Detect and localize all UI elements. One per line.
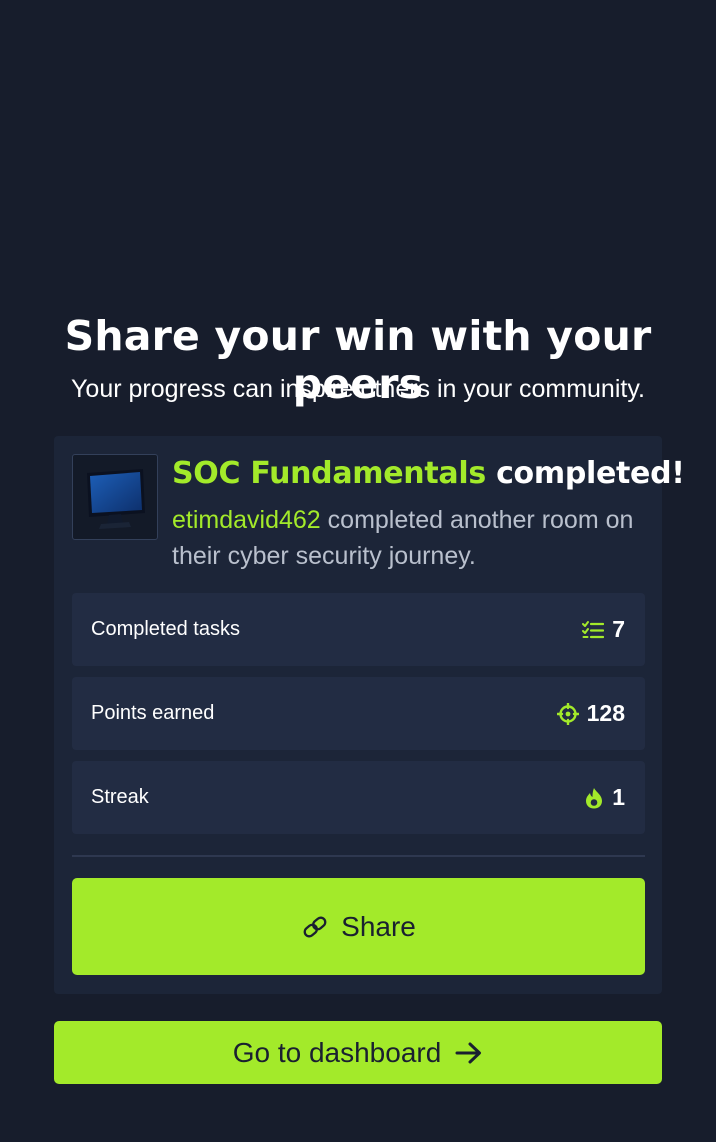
stat-row-points-earned: Points earned 128 — [72, 677, 645, 750]
completed-word: completed! — [496, 456, 685, 491]
share-button[interactable]: Share — [72, 878, 645, 975]
completion-card: SOC Fundamentals completed! etimdavid462… — [54, 436, 685, 994]
page-subtitle: Your progress can inspire others in your… — [71, 375, 645, 403]
dashboard-label: Go to dashboard — [232, 1036, 442, 1068]
stat-row-streak: Streak 1 — [72, 761, 645, 834]
flame-icon — [584, 787, 604, 809]
share-label: Share — [341, 910, 416, 942]
stat-value: 1 — [612, 784, 625, 810]
stat-label: Points earned — [91, 702, 215, 724]
go-to-dashboard-button[interactable]: Go to dashboard — [54, 1021, 662, 1084]
link-icon — [301, 913, 329, 941]
task-list-icon — [582, 620, 605, 640]
stat-value: 128 — [586, 700, 625, 726]
computer-monitor-icon — [87, 469, 145, 529]
arrow-right-icon — [455, 1041, 483, 1065]
crosshair-icon — [556, 702, 579, 725]
divider — [72, 855, 645, 857]
room-description: etimdavid462 completed another room on t… — [172, 502, 652, 574]
username-link[interactable]: etimdavid462 — [172, 506, 321, 534]
room-name[interactable]: SOC Fundamentals — [172, 456, 486, 491]
stat-label: Streak — [91, 786, 149, 808]
stat-value: 7 — [612, 616, 625, 642]
stat-row-completed-tasks: Completed tasks 7 — [72, 593, 645, 666]
room-title: SOC Fundamentals completed! — [172, 456, 685, 491]
room-thumbnail — [72, 454, 158, 540]
stat-label: Completed tasks — [91, 618, 240, 640]
